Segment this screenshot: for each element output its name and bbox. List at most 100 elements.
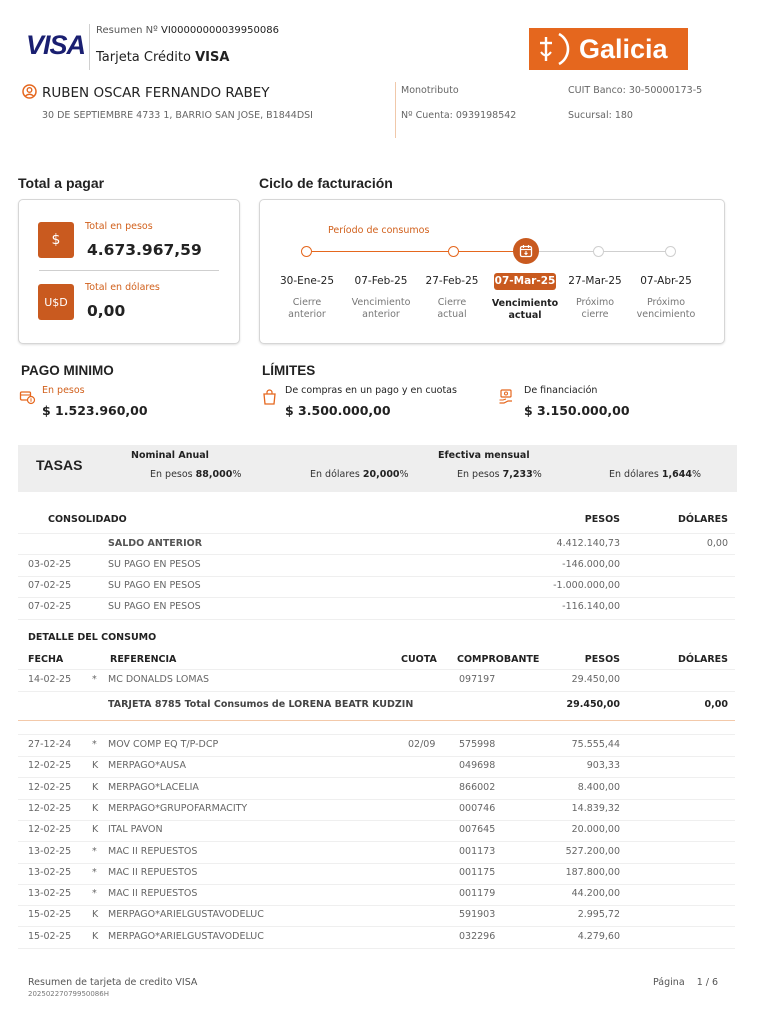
row-comprobante: 591903: [459, 909, 496, 920]
row-comprobante: 000746: [459, 803, 496, 814]
step-dot: [665, 246, 676, 257]
row-separator: [18, 756, 735, 757]
row-reference: MERPAGO*ARIELGUSTAVODELUC: [108, 931, 264, 942]
detalle-title: DETALLE DEL CONSUMO: [28, 632, 157, 643]
tasa-nominal-dolares: En dólares 20,000%: [310, 469, 409, 480]
row-date: 12-02-25: [28, 803, 72, 814]
tasa-efectiva-pesos: En pesos 7,233%: [457, 469, 542, 480]
card-brand: VISA: [195, 50, 230, 65]
row-separator: [18, 597, 735, 598]
row-flag: K: [92, 760, 99, 771]
row-comprobante: 001173: [459, 846, 496, 857]
row-flag: K: [92, 782, 99, 793]
step-date: 07-Abr-25: [640, 275, 692, 287]
branch: Sucursal: 180: [568, 110, 633, 121]
financing-icon: [498, 388, 515, 410]
tasas-box: TASAS Nominal Anual Efectiva mensual En …: [18, 445, 737, 492]
tasas-title: TASAS: [36, 457, 83, 473]
row-date: 13-02-25: [28, 867, 72, 878]
row-pesos: 2.995,72: [577, 909, 620, 920]
row-date: 15-02-25: [28, 909, 72, 920]
step-date: 27-Feb-25: [425, 275, 479, 287]
tax-condition: Monotributo: [401, 85, 459, 96]
row-date: 07-02-25: [28, 601, 72, 612]
account-number: Nº Cuenta: 0939198542: [401, 110, 517, 121]
holder-name: RUBEN OSCAR FERNANDO RABEY: [42, 85, 270, 101]
pesos-amount: 4.673.967,59: [87, 241, 202, 259]
row-reference: MAC II REPUESTOS: [108, 867, 198, 878]
col-referencia: REFERENCIA: [110, 654, 177, 665]
compras-amount: $ 3.500.000,00: [285, 403, 391, 418]
row-flag: K: [92, 909, 99, 920]
row-comprobante: 032296: [459, 931, 496, 942]
user-icon: [22, 84, 37, 99]
row-reference: MAC II REPUESTOS: [108, 846, 198, 857]
row-separator: [18, 669, 735, 670]
row-reference: MERPAGO*ARIELGUSTAVODELUC: [108, 909, 264, 920]
usd-amount: 0,00: [87, 302, 126, 320]
row-separator: [18, 691, 735, 692]
efectiva-header: Efectiva mensual: [438, 450, 530, 461]
row-flag: K: [92, 824, 99, 835]
row-pesos: 44.200,00: [571, 888, 620, 899]
calendar-icon: [513, 238, 539, 264]
row-flag: *: [92, 674, 97, 685]
card-type: Tarjeta Crédito VISA: [96, 50, 229, 65]
card-label: Tarjeta Crédito: [96, 50, 191, 65]
row-date: 15-02-25: [28, 931, 72, 942]
usd-icon: U$D: [38, 284, 74, 320]
row-reference: SU PAGO EN PESOS: [108, 601, 201, 612]
period-line: [312, 251, 526, 252]
row-pesos: -116.140,00: [562, 601, 620, 612]
compras-label: De compras en un pago y en cuotas: [285, 385, 457, 396]
row-separator: [18, 619, 735, 620]
usd-label: Total en dólares: [85, 282, 160, 293]
row-pesos: 14.839,32: [571, 803, 620, 814]
total-divider: [39, 270, 219, 271]
row-pesos: 29.450,00: [571, 674, 620, 685]
row-separator: [18, 820, 735, 821]
row-pesos: 187.800,00: [565, 867, 620, 878]
row-date: 14-02-25: [28, 674, 72, 685]
step-label: Vencimiento anterior: [351, 297, 411, 321]
nominal-header: Nominal Anual: [131, 450, 209, 461]
resumen-value: VI00000000039950086: [161, 25, 279, 36]
row-date: 12-02-25: [28, 782, 72, 793]
financiacion-amount: $ 3.150.000,00: [524, 403, 630, 418]
footer-text: Resumen de tarjeta de credito VISA: [28, 977, 198, 988]
step-date: 30-Ene-25: [279, 275, 335, 287]
row-separator: [18, 777, 735, 778]
subtotal-pesos: 29.450,00: [566, 699, 621, 710]
consolidado-header: CONSOLIDADO: [48, 514, 127, 525]
row-separator: [18, 841, 735, 842]
col-dolares: DÓLARES: [677, 654, 728, 665]
total-title: Total a pagar: [18, 175, 105, 191]
limites-title: LÍMITES: [262, 363, 316, 378]
row-separator: [18, 576, 735, 577]
row-separator: [18, 884, 735, 885]
col-pesos: PESOS: [584, 654, 620, 665]
total-card: $ Total en pesos 4.673.967,59 U$D Total …: [18, 199, 240, 344]
step-label: Próximo cierre: [575, 297, 615, 321]
row-reference: MOV COMP EQ T/P-DCP: [108, 739, 219, 750]
resumen-label: Resumen Nº: [96, 25, 158, 36]
pago-minimo-label: En pesos: [42, 385, 85, 396]
row-separator: [18, 926, 735, 927]
step-dot: [301, 246, 312, 257]
col-cuota: CUOTA: [401, 654, 437, 665]
row-separator: [18, 948, 735, 949]
row-comprobante: 049698: [459, 760, 496, 771]
col-dolares: DÓLARES: [677, 514, 728, 525]
pago-minimo-amount: $ 1.523.960,00: [42, 403, 148, 418]
row-pesos: 75.555,44: [571, 739, 620, 750]
ciclo-card: Período de consumos 30-Ene-25 07-Feb-25 …: [259, 199, 725, 344]
step-label: Próximo vencimiento: [636, 297, 696, 321]
row-reference: MC DONALDS LOMAS: [108, 674, 210, 685]
col-pesos: PESOS: [584, 514, 620, 525]
row-separator: [18, 533, 735, 534]
galicia-name: Galicia: [579, 33, 668, 64]
pesos-label: Total en pesos: [85, 221, 153, 232]
step-date-current: 07-Mar-25: [494, 273, 556, 290]
header-divider: [89, 24, 90, 70]
row-pesos: 527.200,00: [565, 846, 620, 857]
